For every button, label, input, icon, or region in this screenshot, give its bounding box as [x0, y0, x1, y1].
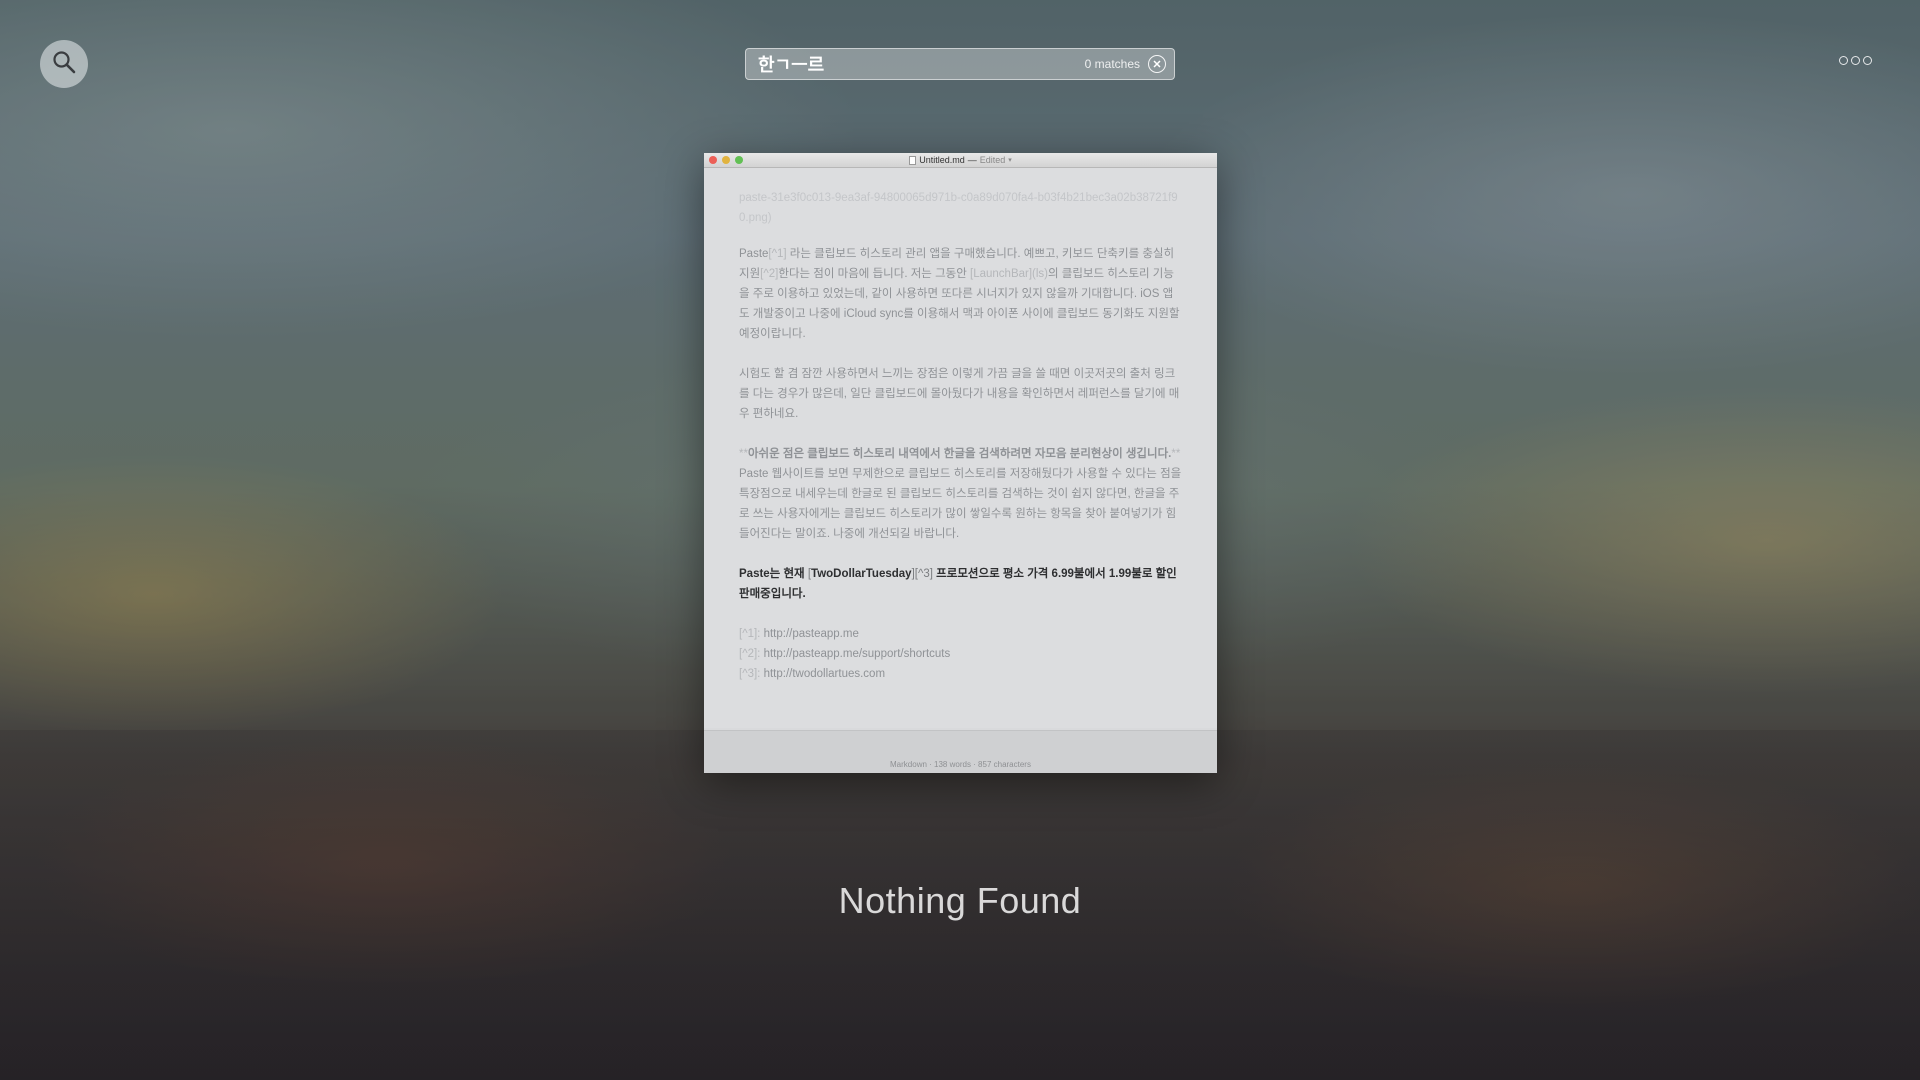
footnote-mark: [^2]: [739, 648, 764, 660]
p1-footnote-ref-2: [^2] [760, 268, 779, 280]
zoom-window-button[interactable] [735, 156, 743, 164]
search-input[interactable] [758, 53, 1085, 75]
clear-icon [1153, 60, 1161, 68]
window-title-separator: — [967, 155, 977, 165]
p4-footnote-ref-3: ][^3] [911, 568, 933, 580]
p1-launchbar-link: [LaunchBar](ls) [970, 268, 1048, 280]
minimize-window-button[interactable] [722, 156, 730, 164]
p1-footnote-ref-1: [^1] [768, 248, 787, 260]
window-titlebar: Untitled.md — Edited ▾ [704, 153, 1217, 168]
empty-state-message: Nothing Found [838, 880, 1082, 921]
p4-link-text: TwoDollarTuesday [811, 568, 912, 580]
footnote-mark: [^3]: [739, 668, 764, 680]
more-button[interactable] [1839, 56, 1872, 65]
more-icon [1863, 56, 1872, 65]
match-count: 0 matches [1084, 57, 1140, 71]
footnote-1: [^1]: http://pasteapp.me [739, 624, 1182, 644]
footnote-url: http://twodollartues.com [763, 668, 886, 680]
window-title: Untitled.md — Edited ▾ [909, 155, 1012, 165]
footnote-2: [^2]: http://pasteapp.me/support/shortcu… [739, 644, 1182, 664]
search-icon [51, 49, 77, 80]
search-field[interactable]: 0 matches [745, 48, 1175, 80]
chevron-down-icon: ▾ [1008, 157, 1012, 164]
footnote-mark: [^1]: [739, 628, 764, 640]
paragraph-4: Paste는 현재 [TwoDollarTuesday][^3] 프로모션으로 … [739, 564, 1182, 604]
footnote-3: [^3]: http://twodollartues.com [739, 664, 1182, 684]
document-icon [909, 155, 917, 165]
image-link-line: paste-31e3f0c013-9ea3af-94800065d971b-c0… [739, 192, 1178, 224]
p1-text-a: Paste [739, 248, 769, 260]
more-icon [1839, 56, 1848, 65]
p3-bold-mark-close: ** [1171, 448, 1181, 460]
paragraph-2: 시험도 할 겸 잠깐 사용하면서 느끼는 장점은 이렇게 가끔 글을 쓸 때면 … [739, 368, 1180, 420]
paragraph-3: **아쉬운 점은 클립보드 히스토리 내역에서 한글을 검색하려면 자모음 분리… [739, 444, 1182, 544]
window-controls [709, 156, 743, 164]
p4-text-a: Paste는 현재 [739, 568, 808, 580]
search-button[interactable] [40, 40, 88, 88]
status-bar: Markdown · 138 words · 857 characters [704, 730, 1217, 773]
p3-text-d: Paste 웹사이트를 보면 무제한으로 클립보드 히스토리를 저장해뒀다가 사… [739, 468, 1182, 540]
more-icon [1851, 56, 1860, 65]
close-window-button[interactable] [709, 156, 717, 164]
footnote-url: http://pasteapp.me/support/shortcuts [763, 648, 951, 660]
document-body: paste-31e3f0c013-9ea3af-94800065d971b-c0… [704, 168, 1217, 728]
window-edited-label: Edited [979, 155, 1006, 165]
p3-bold-text: 아쉬운 점은 클립보드 히스토리 내역에서 한글을 검색하려면 자모음 분리현상… [747, 448, 1172, 460]
clear-search-button[interactable] [1148, 55, 1166, 73]
preview-window[interactable]: Untitled.md — Edited ▾ paste-31e3f0c013-… [704, 153, 1217, 773]
p1-text-e: 한다는 점이 마음에 듭니다. 저는 그동안 [778, 268, 971, 280]
footnote-url: http://pasteapp.me [763, 628, 859, 640]
window-filename: Untitled.md [919, 155, 965, 165]
document-stats: Markdown · 138 words · 857 characters [890, 760, 1031, 769]
paragraph-1: Paste[^1] 라는 클립보드 히스토리 관리 앱을 구매했습니다. 예쁘고… [739, 244, 1182, 344]
p3-bold-mark-open: ** [739, 448, 748, 460]
